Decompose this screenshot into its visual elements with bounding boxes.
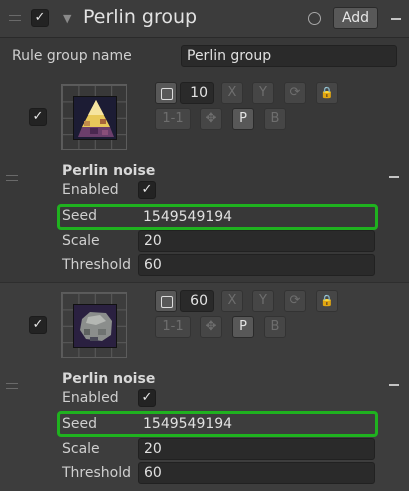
- rule-2-scale-label: Scale: [62, 441, 100, 457]
- rule-1-flip-y-button[interactable]: Y: [252, 82, 274, 104]
- rule-1-threshold-label: Threshold: [62, 257, 131, 273]
- group-enabled-checkbox[interactable]: ✓: [31, 9, 49, 27]
- rule-1-enabled-label: Enabled: [62, 182, 119, 198]
- rule-2-enabled-label: Enabled: [62, 390, 119, 406]
- rule-1-p-button[interactable]: P: [232, 108, 254, 130]
- rule-1-rotate-icon[interactable]: ⟳: [284, 82, 306, 104]
- remove-group-icon[interactable]: [391, 18, 401, 20]
- group-title: Perlin group: [83, 6, 198, 28]
- rule-2-noise-enabled-checkbox[interactable]: ✓: [138, 389, 156, 407]
- rule-1-one-one-button[interactable]: 1-1: [155, 108, 191, 130]
- rule-2-scale-field[interactable]: 20: [138, 438, 375, 460]
- rule-group-header: ✓ ▼ Perlin group Add: [0, 0, 409, 38]
- rule-2-rotate-icon[interactable]: ⟳: [284, 290, 306, 312]
- rule-1-drag-handle-icon[interactable]: [6, 175, 18, 181]
- rule-1-b-button[interactable]: B: [264, 108, 286, 130]
- rule-1-scale-field[interactable]: 20: [138, 230, 375, 252]
- rule-1-random-count[interactable]: 10: [180, 82, 214, 104]
- foldout-arrow-icon[interactable]: ▼: [63, 12, 71, 25]
- add-rule-button[interactable]: Add: [333, 7, 378, 29]
- rule-1-seed-label: Seed: [62, 208, 97, 224]
- rule-2-enabled-checkbox[interactable]: ✓: [29, 316, 47, 334]
- rule-2-seed-label: Seed: [62, 416, 97, 432]
- rule-1-enabled-checkbox[interactable]: ✓: [29, 108, 47, 126]
- rule-1-lock-icon[interactable]: 🔒: [316, 82, 338, 104]
- stone-ore-icon: [73, 304, 117, 348]
- rule-2-threshold-label: Threshold: [62, 465, 131, 481]
- rule-2-b-button[interactable]: B: [264, 316, 286, 338]
- status-circle-icon[interactable]: [308, 12, 321, 25]
- rule-2-threshold-field[interactable]: 60: [138, 462, 375, 484]
- rule-1-flip-x-button[interactable]: X: [221, 82, 243, 104]
- rule-2-move-icon[interactable]: ✥: [200, 316, 222, 338]
- rule-2-sprite-slot[interactable]: [61, 292, 127, 358]
- rule-1-seed-field[interactable]: 1549549194: [137, 206, 374, 228]
- gold-ore-icon: [73, 96, 117, 140]
- rule-2-flip-x-button[interactable]: X: [221, 290, 243, 312]
- drag-handle-icon[interactable]: [9, 15, 21, 21]
- rule-2-seed-field[interactable]: 1549549194: [137, 413, 374, 435]
- rule-1-remove-icon[interactable]: [389, 176, 399, 178]
- rule-group-name-label: Rule group name: [12, 48, 132, 64]
- rule-group-name-field[interactable]: Perlin group: [181, 45, 397, 67]
- rule-1-move-icon[interactable]: ✥: [200, 108, 222, 130]
- rule-2-section-title: Perlin noise: [62, 371, 156, 387]
- rule-2-remove-icon[interactable]: [389, 384, 399, 386]
- rule-1-threshold-field[interactable]: 60: [138, 254, 375, 276]
- rule-1-noise-enabled-checkbox[interactable]: ✓: [138, 181, 156, 199]
- rule-1-scale-label: Scale: [62, 233, 100, 249]
- rule-2-one-one-button[interactable]: 1-1: [155, 316, 191, 338]
- rule-2-random-count[interactable]: 60: [180, 290, 214, 312]
- rule-1-sprite-slot[interactable]: [61, 84, 127, 150]
- rule-2-lock-icon[interactable]: 🔒: [316, 290, 338, 312]
- rule-1-random-dice-icon[interactable]: [155, 82, 177, 104]
- rule-2-p-button[interactable]: P: [232, 316, 254, 338]
- rule-1-section-title: Perlin noise: [62, 163, 156, 179]
- rule-2-random-dice-icon[interactable]: [155, 290, 177, 312]
- rule-2-flip-y-button[interactable]: Y: [252, 290, 274, 312]
- rule-2-drag-handle-icon[interactable]: [6, 383, 18, 389]
